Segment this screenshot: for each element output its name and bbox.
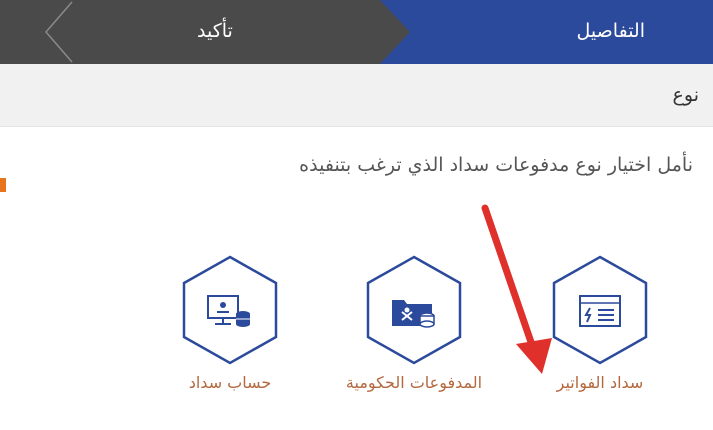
option-bill-payment-label: سداد الفواتير	[556, 373, 644, 392]
option-sadad-account-label: حساب سداد	[188, 373, 272, 392]
option-government-payments[interactable]: المدفوعات الحكومية	[329, 254, 499, 414]
option-bill-payment[interactable]: سداد الفواتير	[515, 254, 685, 414]
section-header: نوع	[0, 64, 713, 127]
instruction-text: نأمل اختيار نوع مدفوعات سداد الذي ترغب ب…	[299, 154, 693, 176]
step-confirm[interactable]: تأكيد	[197, 18, 233, 44]
step-details-shape	[380, 0, 713, 64]
option-government-payments-label: المدفوعات الحكومية	[345, 373, 483, 392]
invoice-icon	[579, 295, 621, 327]
government-payments-icon	[392, 300, 435, 328]
wizard-stepper: التفاصيل تأكيد	[0, 0, 713, 64]
hexagon-frame	[552, 255, 648, 365]
step-details[interactable]: التفاصيل	[577, 18, 645, 44]
option-sadad-account[interactable]: حساب سداد	[145, 254, 315, 414]
edge-accent-mark	[0, 178, 6, 192]
hexagon-frame	[182, 255, 278, 365]
hexagon-frame	[366, 255, 462, 365]
section-title: نوع	[672, 84, 699, 106]
step-separator-chevron	[45, 1, 73, 63]
